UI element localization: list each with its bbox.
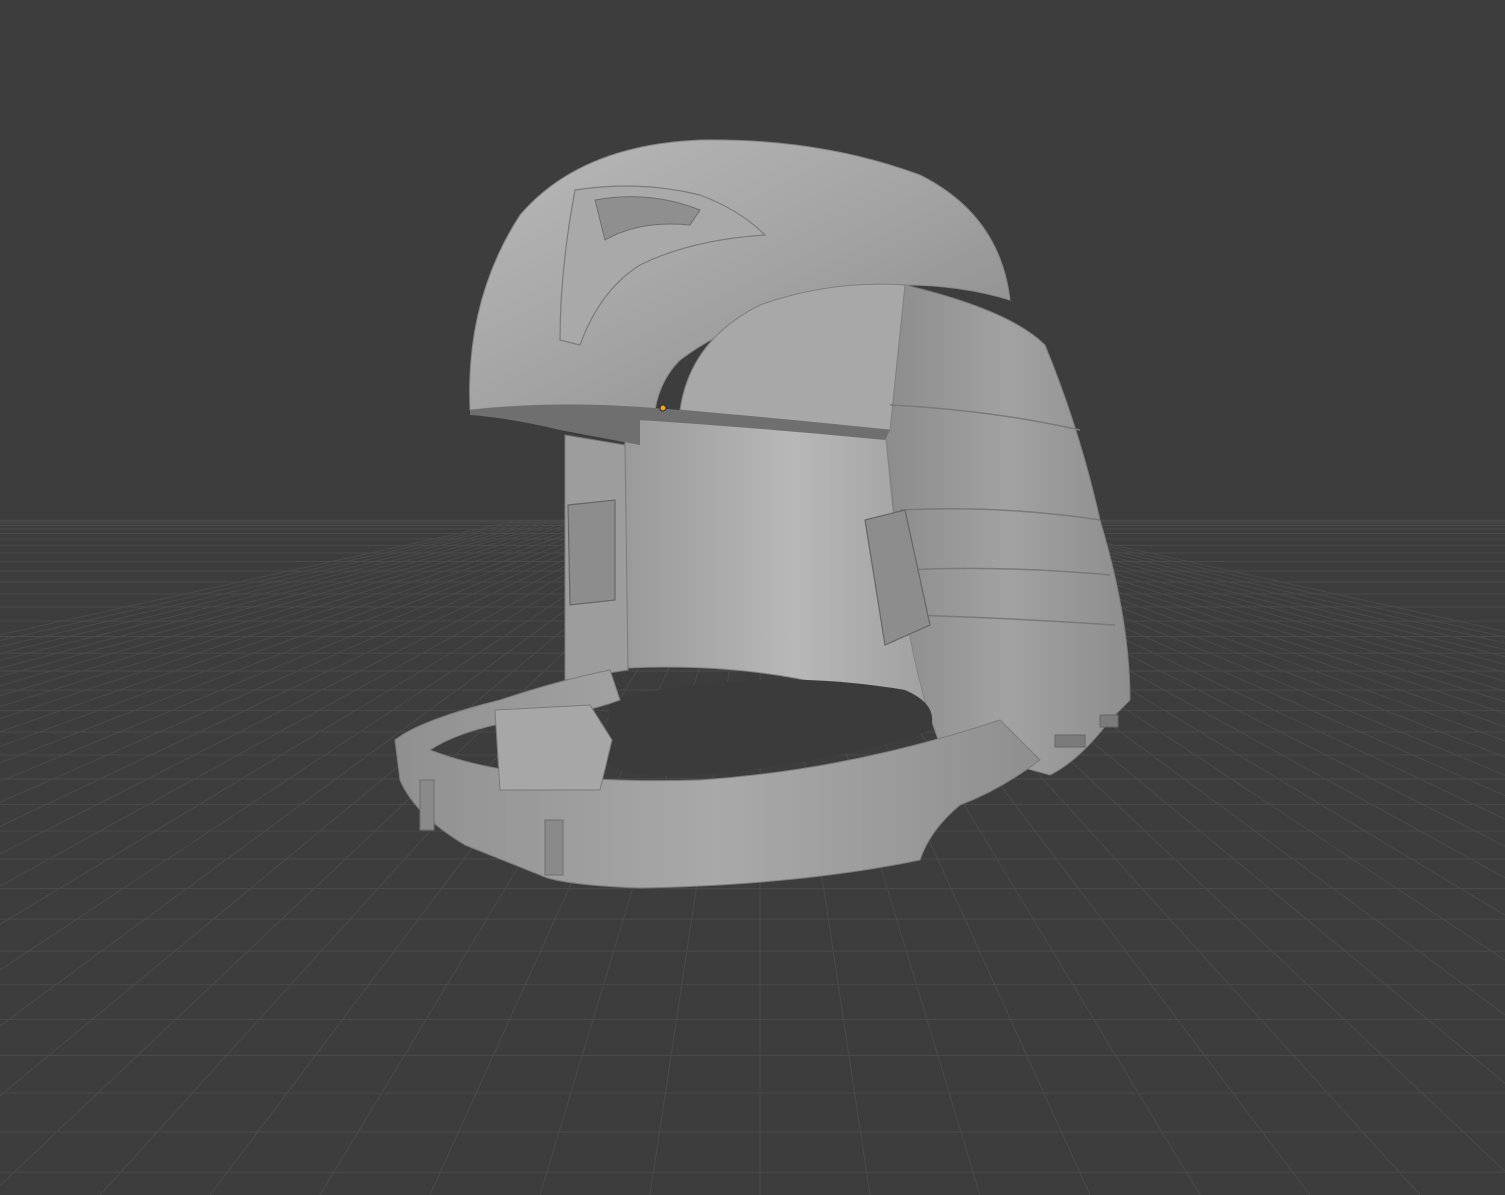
- helmet-mesh-icon[interactable]: [394, 139, 1131, 889]
- object-origin-icon[interactable]: [659, 404, 667, 412]
- viewport-canvas[interactable]: [0, 0, 1505, 1195]
- helmet-rim-notch: [1054, 734, 1086, 748]
- helmet-ear-panel-left: [567, 499, 616, 606]
- helmet-rim-notch: [419, 779, 435, 831]
- 3d-viewport[interactable]: [0, 0, 1505, 1195]
- helmet-rim-notch: [1099, 714, 1119, 728]
- helmet-chin-block: [494, 704, 613, 791]
- helmet-rim-notch: [544, 819, 564, 876]
